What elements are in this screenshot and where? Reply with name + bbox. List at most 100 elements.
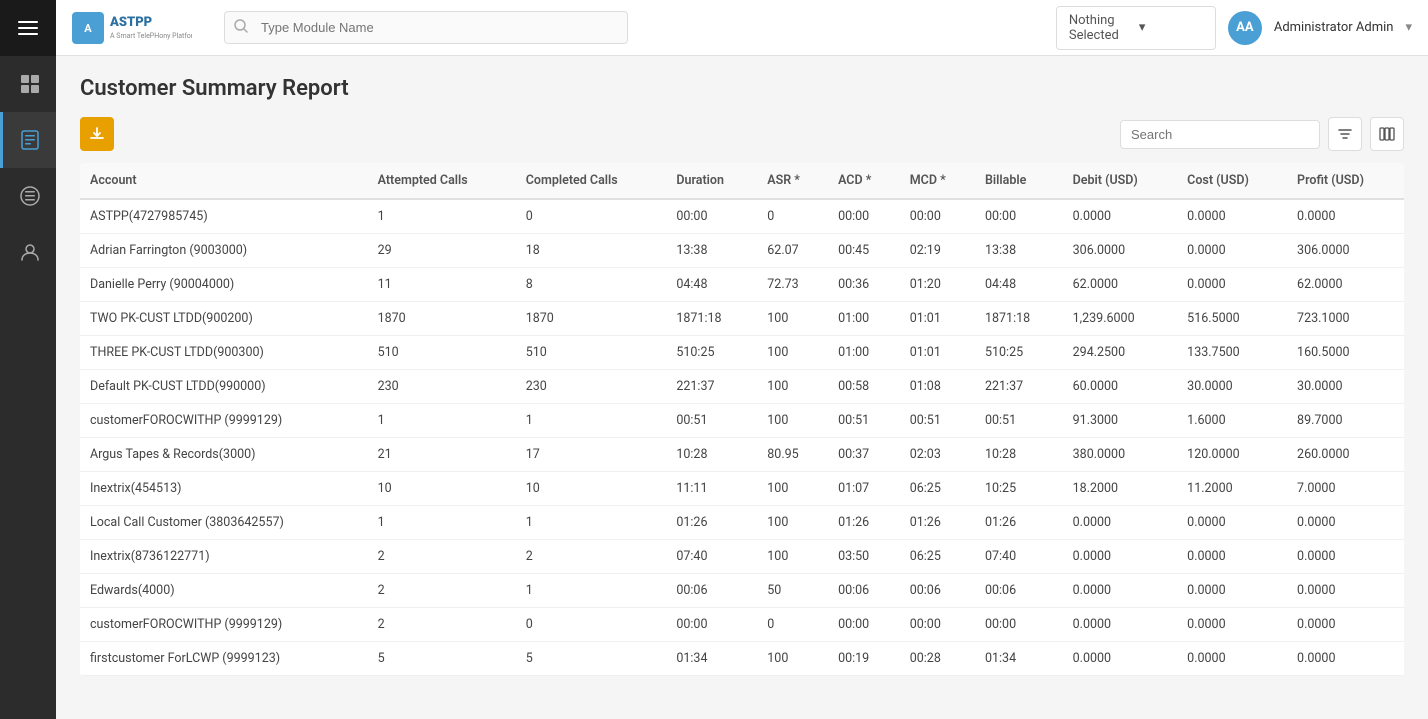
table-body: ASTPP(4727985745)1000:00000:0000:0000:00… <box>80 199 1404 676</box>
table-cell: 10 <box>516 472 667 506</box>
table-cell: Local Call Customer (3803642557) <box>80 506 368 540</box>
table-row[interactable]: Inextrix(454513)101011:1110001:0706:2510… <box>80 472 1404 506</box>
table-header-cell: ASR * <box>757 163 828 199</box>
table-row[interactable]: customerFOROCWITHP (9999129)2000:00000:0… <box>80 608 1404 642</box>
table-cell: 01:01 <box>900 302 975 336</box>
table-cell: 510 <box>368 336 516 370</box>
table-cell: 120.0000 <box>1177 438 1287 472</box>
nothing-selected-label: Nothing Selected <box>1069 13 1133 43</box>
table-header-cell: Completed Calls <box>516 163 667 199</box>
table-row[interactable]: Edwards(4000)2100:065000:0600:0600:060.0… <box>80 574 1404 608</box>
table-cell: 00:19 <box>828 642 900 676</box>
table-cell: 510:25 <box>666 336 757 370</box>
table-row[interactable]: Inextrix(8736122771)2207:4010003:5006:25… <box>80 540 1404 574</box>
main-content: A ASTPP A Smart TelePHony Platform Nothi… <box>56 0 1428 719</box>
sidebar <box>0 0 56 719</box>
table-cell: 29 <box>368 234 516 268</box>
hamburger-menu[interactable] <box>0 0 56 56</box>
table-cell: ASTPP(4727985745) <box>80 199 368 234</box>
table-cell: 516.5000 <box>1177 302 1287 336</box>
table-header: AccountAttempted CallsCompleted CallsDur… <box>80 163 1404 199</box>
table-cell: 221:37 <box>666 370 757 404</box>
table-cell: 62.07 <box>757 234 828 268</box>
table-cell: 1870 <box>368 302 516 336</box>
table-cell: Argus Tapes & Records(3000) <box>80 438 368 472</box>
table-cell: 160.5000 <box>1287 336 1404 370</box>
filter-button[interactable] <box>1328 117 1362 151</box>
table-cell: 1 <box>516 506 667 540</box>
table-cell: 100 <box>757 472 828 506</box>
table-cell: THREE PK-CUST LTDD(900300) <box>80 336 368 370</box>
table-row[interactable]: Default PK-CUST LTDD(990000)230230221:37… <box>80 370 1404 404</box>
sidebar-item-reports[interactable] <box>0 112 56 168</box>
table-cell: 01:26 <box>666 506 757 540</box>
table-cell: 01:00 <box>828 302 900 336</box>
table-cell: 0.0000 <box>1063 199 1178 234</box>
table-cell: 0 <box>516 608 667 642</box>
table-cell: 11.2000 <box>1177 472 1287 506</box>
download-icon <box>89 126 105 142</box>
svg-text:A: A <box>84 22 92 35</box>
table-row[interactable]: TWO PK-CUST LTDD(900200)187018701871:181… <box>80 302 1404 336</box>
svg-text:ASTPP: ASTPP <box>109 15 152 30</box>
table-row[interactable]: THREE PK-CUST LTDD(900300)510510510:2510… <box>80 336 1404 370</box>
table-row[interactable]: Adrian Farrington (9003000)291813:3862.0… <box>80 234 1404 268</box>
sidebar-item-dashboard[interactable] <box>0 56 56 112</box>
table-cell: 100 <box>757 404 828 438</box>
module-search[interactable] <box>224 11 628 44</box>
table-cell: 01:07 <box>828 472 900 506</box>
table-header-cell: Cost (USD) <box>1177 163 1287 199</box>
download-button[interactable] <box>80 117 114 151</box>
table-cell: 00:51 <box>975 404 1063 438</box>
table-header-cell: Attempted Calls <box>368 163 516 199</box>
table-cell: 10:28 <box>975 438 1063 472</box>
table-cell: 10:28 <box>666 438 757 472</box>
table-row[interactable]: Local Call Customer (3803642557)1101:261… <box>80 506 1404 540</box>
table-cell: 510 <box>516 336 667 370</box>
sidebar-item-management[interactable] <box>0 168 56 224</box>
table-cell: 11 <box>368 268 516 302</box>
table-cell: 1.6000 <box>1177 404 1287 438</box>
table-cell: 0.0000 <box>1287 540 1404 574</box>
table-cell: 0.0000 <box>1177 234 1287 268</box>
table-cell: 1 <box>516 404 667 438</box>
table-cell: 00:00 <box>900 199 975 234</box>
table-row[interactable]: ASTPP(4727985745)1000:00000:0000:0000:00… <box>80 199 1404 234</box>
table-cell: 17 <box>516 438 667 472</box>
table-cell: 100 <box>757 302 828 336</box>
table-cell: 230 <box>368 370 516 404</box>
table-cell: 306.0000 <box>1063 234 1178 268</box>
table-cell: 1 <box>516 574 667 608</box>
table-cell: 00:00 <box>828 608 900 642</box>
header-row: AccountAttempted CallsCompleted CallsDur… <box>80 163 1404 199</box>
table-cell: customerFOROCWITHP (9999129) <box>80 404 368 438</box>
table-cell: 0 <box>516 199 667 234</box>
table-search-input[interactable] <box>1120 120 1320 149</box>
logo: A ASTPP A Smart TelePHony Platform <box>72 8 192 48</box>
table-cell: 00:58 <box>828 370 900 404</box>
module-search-input[interactable] <box>224 11 628 44</box>
table-header-cell: MCD * <box>900 163 975 199</box>
table-row[interactable]: Argus Tapes & Records(3000)211710:2880.9… <box>80 438 1404 472</box>
table-cell: 0.0000 <box>1063 506 1178 540</box>
table-row[interactable]: customerFOROCWITHP (9999129)1100:5110000… <box>80 404 1404 438</box>
table-cell: 230 <box>516 370 667 404</box>
user-menu-chevron[interactable]: ▾ <box>1405 20 1412 35</box>
table-cell: 07:40 <box>975 540 1063 574</box>
table-cell: 00:00 <box>975 608 1063 642</box>
table-cell: 01:34 <box>666 642 757 676</box>
table-row[interactable]: firstcustomer ForLCWP (9999123)5501:3410… <box>80 642 1404 676</box>
table-cell: 100 <box>757 642 828 676</box>
table-cell: 72.73 <box>757 268 828 302</box>
table-cell: 60.0000 <box>1063 370 1178 404</box>
table-cell: 01:34 <box>975 642 1063 676</box>
sidebar-item-accounts[interactable] <box>0 224 56 280</box>
columns-button[interactable] <box>1370 117 1404 151</box>
table-cell: 2 <box>368 540 516 574</box>
table-cell: 0.0000 <box>1063 574 1178 608</box>
table-header-cell: Debit (USD) <box>1063 163 1178 199</box>
table-cell: 1870 <box>516 302 667 336</box>
table-row[interactable]: Danielle Perry (90004000)11804:4872.7300… <box>80 268 1404 302</box>
table-cell: 00:45 <box>828 234 900 268</box>
nothing-selected-dropdown[interactable]: Nothing Selected ▾ <box>1056 6 1216 50</box>
